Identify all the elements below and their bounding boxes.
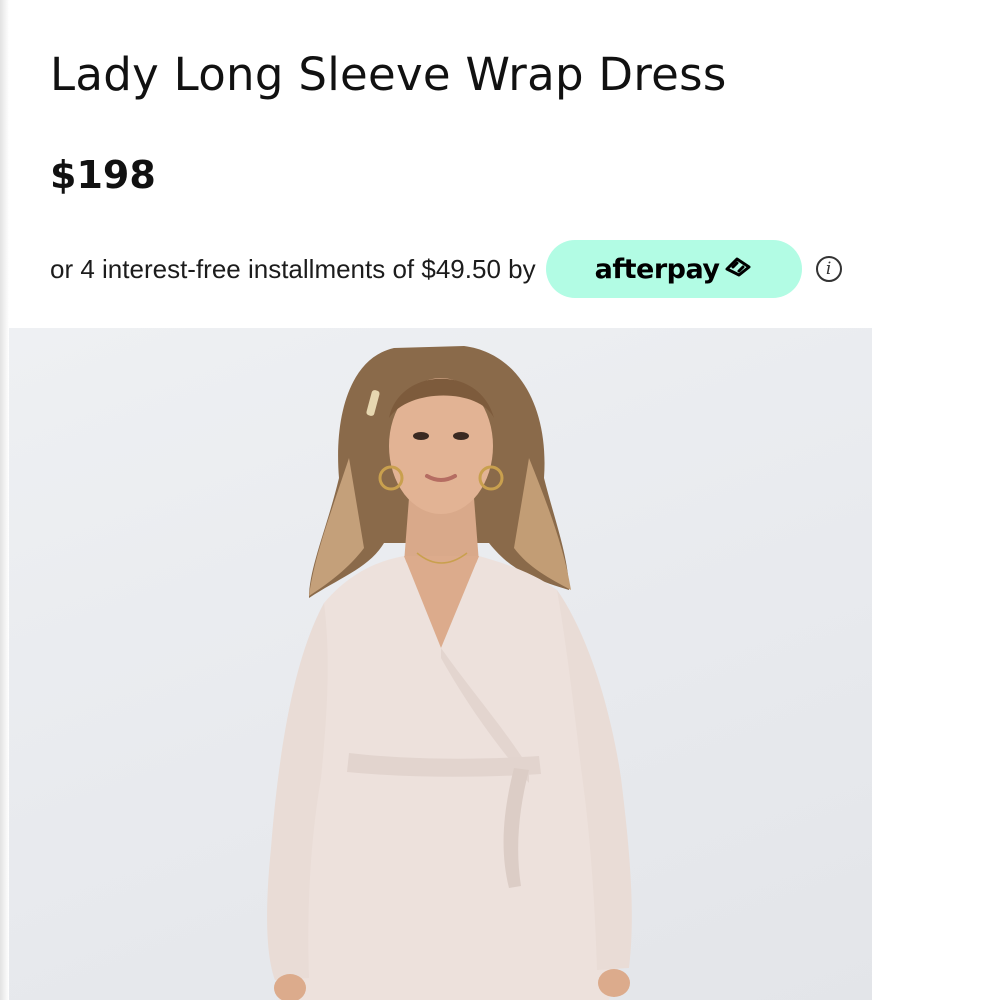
page-edge-shadow [0,0,9,1000]
afterpay-installments-row: or 4 interest-free installments of $49.5… [50,240,842,298]
afterpay-logo-text: afterpay [594,253,720,285]
afterpay-arrows-icon [723,255,753,283]
afterpay-badge[interactable]: afterpay [545,240,802,298]
product-price: $198 [50,153,156,197]
model-illustration [267,346,632,1000]
info-circle-icon[interactable]: i [815,256,842,282]
product-title: Lady Long Sleeve Wrap Dress [50,48,727,101]
installments-text: or 4 interest-free installments of $49.5… [50,253,536,284]
product-image[interactable] [9,328,872,1000]
